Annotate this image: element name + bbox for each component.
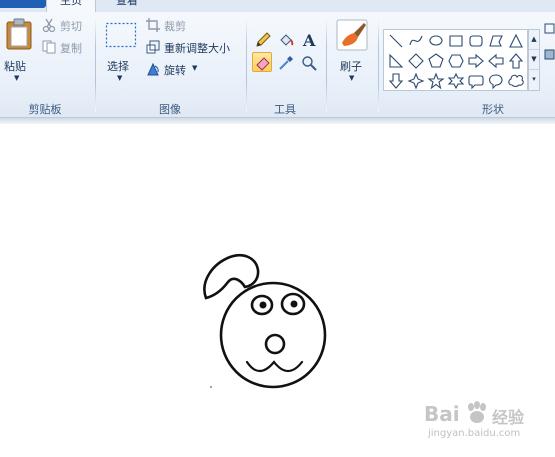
brushes-button[interactable]: 刷子 ▼: [333, 16, 371, 88]
copy-button[interactable]: 复制: [42, 38, 90, 56]
select-dropdown-arrow[interactable]: ▼: [117, 74, 122, 82]
clipboard-icon: [6, 18, 32, 50]
shape-hexagon-icon[interactable]: [448, 54, 464, 68]
crop-icon: [146, 18, 160, 32]
dog-mouth: [245, 360, 304, 373]
copy-label: 复制: [60, 42, 82, 55]
tools-group-label: 工具: [274, 103, 296, 116]
group-separator: [95, 18, 96, 112]
shape-pentagon-icon[interactable]: [428, 53, 444, 68]
shape-up-arrow-icon[interactable]: [508, 53, 524, 69]
brushes-dropdown-arrow[interactable]: ▼: [349, 74, 354, 82]
shape-rectangle-icon[interactable]: [449, 35, 463, 47]
baidu-watermark: Bai 经验 jingyan.baidu.com: [424, 398, 549, 442]
resize-label: 重新调整大小: [164, 42, 230, 55]
svg-text:A: A: [302, 31, 316, 48]
shapes-more-arrow[interactable]: ▾: [529, 70, 539, 90]
file-menu-button[interactable]: [0, 0, 46, 8]
crop-button[interactable]: 裁剪: [146, 16, 196, 34]
color-picker-tool-button[interactable]: [275, 52, 295, 72]
rotate-icon: [147, 62, 159, 76]
shape-down-arrow-icon[interactable]: [388, 73, 404, 89]
tab-view-label: 查看: [116, 0, 138, 7]
watermark-brand-left: Bai: [424, 402, 460, 426]
dog-right-pupil: [290, 300, 298, 308]
shapes-scroll-down-arrow[interactable]: ▼: [529, 50, 539, 70]
shapes-scroll: ▲ ▼ ▾: [528, 29, 540, 91]
shape-line-icon[interactable]: [389, 34, 403, 48]
shape-curve-icon[interactable]: [409, 35, 423, 46]
shapes-grid: [388, 33, 524, 90]
group-separator: [378, 18, 379, 112]
cut-button[interactable]: 剪切: [42, 16, 90, 34]
cut-label: 剪切: [60, 20, 82, 33]
watermark-url: jingyan.baidu.com: [428, 428, 521, 439]
paw-logo-icon: [468, 401, 486, 423]
dog-ear: [203, 253, 260, 300]
shapes-group-label: 形状: [482, 103, 504, 116]
tab-home-label: 主页: [60, 0, 82, 7]
dog-left-pupil: [259, 301, 267, 309]
shape-oval-icon[interactable]: [429, 35, 443, 46]
image-group-label: 图像: [159, 103, 181, 116]
scissors-icon: [42, 18, 56, 32]
shape-four-point-star-icon[interactable]: [407, 72, 425, 90]
copy-icon: [42, 40, 56, 54]
fill-icon[interactable]: [544, 48, 555, 62]
resize-button[interactable]: 重新调整大小: [146, 38, 242, 56]
paste-button[interactable]: 粘贴 ▼: [2, 16, 34, 88]
pencil-tool-button[interactable]: [252, 29, 272, 49]
fill-bucket-icon: [280, 34, 294, 46]
select-button[interactable]: 选择 ▼: [102, 16, 138, 88]
shape-rounded-rectangle-icon[interactable]: [469, 35, 483, 47]
rotate-dropdown-arrow[interactable]: ▼: [192, 64, 197, 72]
rotate-button[interactable]: 旋转 ▼: [146, 60, 206, 78]
brushes-label: 刷子: [340, 60, 362, 73]
shapes-gallery: [383, 29, 528, 91]
eraser-icon: [256, 57, 270, 71]
outline-icon[interactable]: [544, 22, 555, 36]
dog-nose: [264, 333, 286, 355]
group-separator: [326, 18, 327, 112]
shape-right-triangle-icon[interactable]: [389, 53, 404, 68]
clipboard-group-label: 剪贴板: [28, 103, 62, 116]
magnifier-tool-button[interactable]: [298, 52, 318, 72]
tab-view[interactable]: 查看: [112, 0, 142, 12]
watermark-brand-right: 经验: [492, 408, 525, 427]
stray-dot: [210, 386, 212, 388]
fill-tool-button[interactable]: [275, 29, 295, 49]
ribbon-tab-strip: 主页 查看: [0, 0, 555, 12]
color-picker-icon: [279, 56, 293, 70]
shapes-scroll-up-arrow[interactable]: ▲: [529, 30, 539, 50]
brush-icon: [336, 19, 368, 51]
shape-diamond-icon[interactable]: [408, 53, 424, 69]
eraser-tool-button[interactable]: [252, 52, 272, 72]
paste-label: 粘贴: [4, 60, 26, 73]
paste-dropdown-arrow[interactable]: ▼: [14, 74, 19, 82]
resize-icon: [146, 40, 160, 54]
shape-rounded-callout-icon[interactable]: [468, 75, 484, 90]
ribbon-home: 粘贴 ▼ 剪切 复制 剪贴板 选择 ▼ 裁剪 重新调整大小 旋转 ▼ 图像 A …: [0, 12, 555, 118]
shape-five-point-star-icon[interactable]: [427, 72, 445, 90]
shape-oval-callout-icon[interactable]: [489, 74, 503, 90]
rotate-label: 旋转: [164, 64, 186, 77]
text-tool-button[interactable]: A: [298, 29, 318, 49]
shape-polygon-icon[interactable]: [489, 35, 503, 47]
text-icon: A: [302, 31, 316, 48]
tab-home[interactable]: 主页: [46, 0, 96, 12]
select-label: 选择: [107, 60, 129, 73]
shape-right-arrow-icon[interactable]: [468, 53, 484, 69]
magnifier-icon: [302, 56, 317, 71]
select-rectangle-icon: [105, 22, 137, 48]
shape-triangle-icon[interactable]: [509, 33, 523, 48]
shape-six-point-star-icon[interactable]: [447, 72, 465, 90]
pencil-icon: [256, 32, 271, 47]
group-separator: [246, 18, 247, 112]
shape-left-arrow-icon[interactable]: [488, 53, 504, 69]
shape-cloud-callout-icon[interactable]: [508, 74, 524, 88]
crop-label: 裁剪: [164, 20, 186, 33]
